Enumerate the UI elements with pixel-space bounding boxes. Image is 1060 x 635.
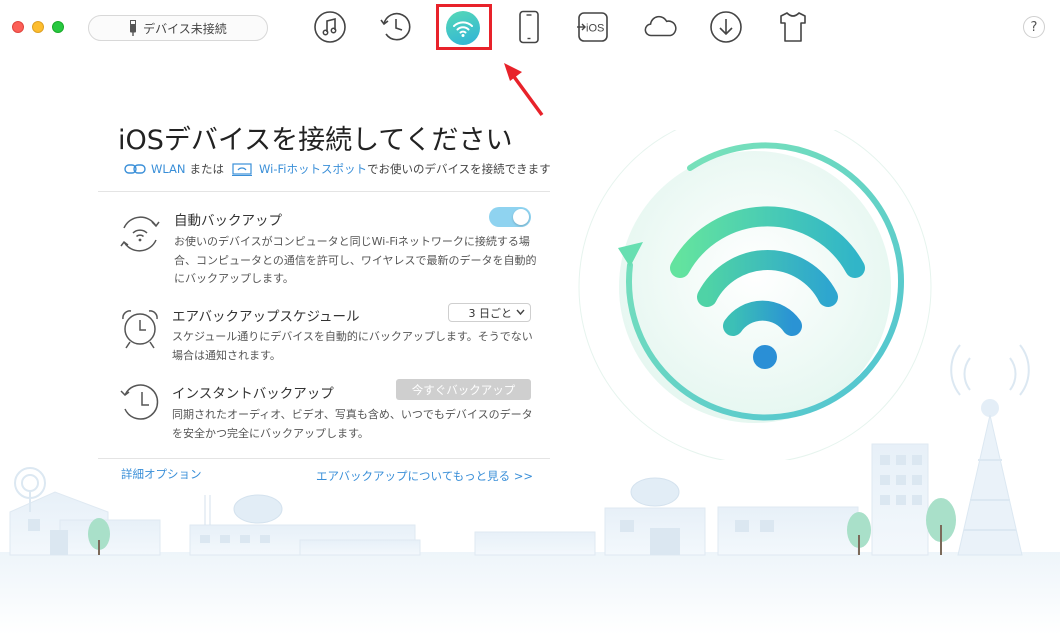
hotspot-icon bbox=[232, 162, 253, 176]
annotation-arrow-icon bbox=[504, 63, 544, 117]
toggle-knob bbox=[513, 209, 529, 225]
download-icon bbox=[710, 11, 742, 43]
svg-text:iOS: iOS bbox=[586, 23, 604, 35]
auto-backup-title: 自動バックアップ bbox=[174, 213, 282, 229]
instant-backup-desc: 同期されたオーディオ、ビデオ、写真も含め、いつでもデバイスのデータを安全かつ完全… bbox=[172, 408, 533, 440]
auto-backup-desc: お使いのデバイスがコンピュータと同じWi-Fiネットワークに接続する場合、コンピ… bbox=[174, 235, 537, 285]
cloud-icon bbox=[644, 15, 677, 37]
device-status-label: デバイス未接続 bbox=[143, 21, 227, 36]
tshirt-icon bbox=[780, 12, 806, 42]
auto-backup-toggle[interactable] bbox=[489, 207, 531, 227]
schedule-select-value: 3 日ごと bbox=[468, 306, 513, 320]
usb-cable-icon bbox=[130, 20, 137, 36]
device-selector[interactable]: デバイス未接続 bbox=[88, 15, 268, 41]
schedule-title: エアバックアップスケジュール bbox=[172, 309, 360, 325]
divider bbox=[98, 191, 550, 192]
tab-music[interactable] bbox=[313, 10, 347, 44]
schedule-desc: スケジュール通りにデバイスを自動的にバックアップします。そうでない場合は通知され… bbox=[172, 330, 533, 362]
app-window: デバイス未接続 iOS ? iOSデバイスを接続してください WLAN または … bbox=[0, 0, 1060, 635]
or-text: または bbox=[189, 162, 225, 176]
music-note-icon bbox=[314, 11, 346, 43]
maximize-window-button[interactable] bbox=[52, 21, 64, 33]
help-label: ? bbox=[1030, 19, 1038, 35]
link-chain-icon bbox=[124, 164, 146, 174]
learn-more-link[interactable]: エアバックアップについてもっと見る >> bbox=[316, 468, 533, 484]
chevron-down-icon bbox=[516, 309, 525, 316]
tab-to-ios[interactable]: iOS bbox=[576, 10, 610, 44]
connection-hint: WLAN または Wi-Fiホットスポット でお使いのデバイスを接続できます bbox=[124, 161, 551, 177]
wlan-link[interactable]: WLAN bbox=[151, 162, 186, 176]
tab-device[interactable] bbox=[512, 10, 546, 44]
alarm-clock-icon bbox=[122, 310, 158, 349]
schedule-select[interactable]: 3 日ごと bbox=[448, 303, 531, 322]
tab-history[interactable] bbox=[379, 10, 413, 44]
instant-clock-icon bbox=[120, 384, 159, 420]
instant-backup-title: インスタントバックアップ bbox=[172, 386, 334, 402]
phone-icon bbox=[519, 10, 539, 44]
advanced-options-link[interactable]: 詳細オプション bbox=[121, 466, 202, 482]
help-button[interactable]: ? bbox=[1023, 16, 1045, 38]
tab-tshirt[interactable] bbox=[776, 10, 810, 44]
wifi-hero-icon bbox=[578, 130, 932, 460]
wifi-sync-icon bbox=[120, 216, 160, 252]
to-ios-icon: iOS bbox=[577, 12, 608, 42]
hotspot-link[interactable]: Wi-Fiホットスポット bbox=[259, 161, 367, 177]
tab-download[interactable] bbox=[709, 10, 743, 44]
subtitle-tail: でお使いのデバイスを接続できます bbox=[366, 162, 551, 176]
close-window-button[interactable] bbox=[12, 21, 24, 33]
clock-history-icon bbox=[380, 12, 411, 41]
page-title: iOSデバイスを接続してください bbox=[118, 125, 513, 156]
wifi-icon bbox=[453, 21, 473, 37]
minimize-window-button[interactable] bbox=[32, 21, 44, 33]
tab-icloud[interactable] bbox=[643, 10, 677, 44]
divider bbox=[98, 458, 550, 459]
backup-now-button[interactable]: 今すぐバックアップ bbox=[396, 379, 531, 400]
tab-air-backup[interactable] bbox=[446, 11, 480, 45]
